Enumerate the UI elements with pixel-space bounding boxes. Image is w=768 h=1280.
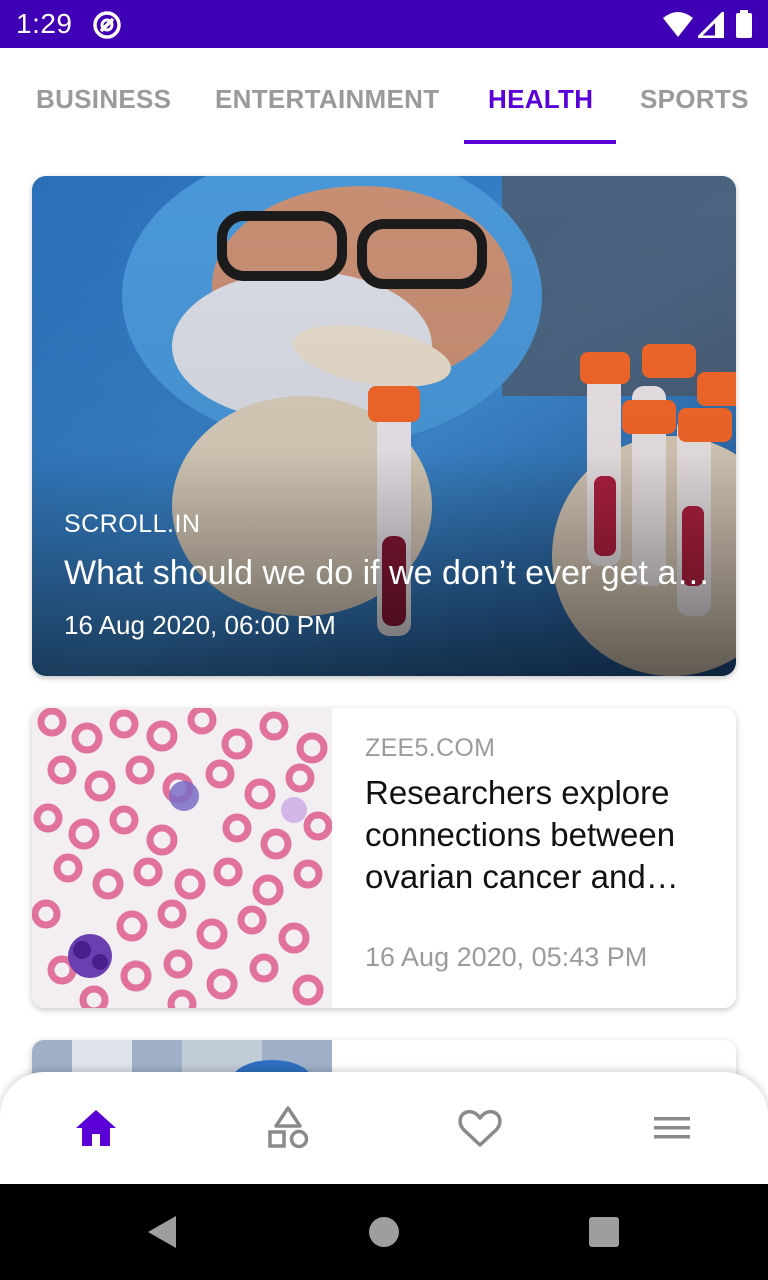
article-date: 16 Aug 2020, 05:43 PM <box>365 942 648 972</box>
featured-article-image <box>32 176 736 676</box>
article-title: Researchers explore connections between … <box>365 774 676 895</box>
active-tab-indicator <box>464 140 616 144</box>
app-notification-icon <box>93 11 121 39</box>
status-time: 1:29 <box>16 8 73 39</box>
tab-business[interactable]: BUSINESS <box>36 84 171 115</box>
signal-icon <box>698 12 724 38</box>
article-source: ZEE5.COM <box>365 734 496 762</box>
status-bar: 1:29 <box>0 0 768 48</box>
featured-article-card[interactable]: SCROLL.IN What should we do if we don’t … <box>32 176 736 676</box>
tab-sports[interactable]: SPORTS <box>640 84 749 115</box>
featured-source: SCROLL.IN <box>64 510 201 538</box>
recents-icon[interactable] <box>588 1216 620 1248</box>
heart-icon[interactable] <box>456 1104 504 1152</box>
bottom-navigation <box>0 1072 768 1184</box>
battery-icon <box>736 10 752 38</box>
article-card[interactable]: ZEE5.COM Researchers explore connections… <box>32 708 736 1008</box>
article-thumbnail <box>32 708 332 1008</box>
category-tabs: BUSINESS ENTERTAINMENT HEALTH SPORTS <box>0 48 768 144</box>
tab-entertainment[interactable]: ENTERTAINMENT <box>215 84 439 115</box>
system-navigation-bar <box>0 1184 768 1280</box>
back-icon[interactable] <box>144 1214 180 1250</box>
tab-health[interactable]: HEALTH <box>488 84 593 115</box>
featured-date: 16 Aug 2020, 06:00 PM <box>64 610 336 640</box>
featured-title: What should we do if we don’t ever get a… <box>64 554 712 592</box>
categories-icon[interactable] <box>264 1104 312 1152</box>
menu-icon[interactable] <box>648 1104 696 1152</box>
home-icon[interactable] <box>72 1104 120 1152</box>
home-circle-icon[interactable] <box>368 1216 400 1248</box>
wifi-icon <box>663 12 693 37</box>
